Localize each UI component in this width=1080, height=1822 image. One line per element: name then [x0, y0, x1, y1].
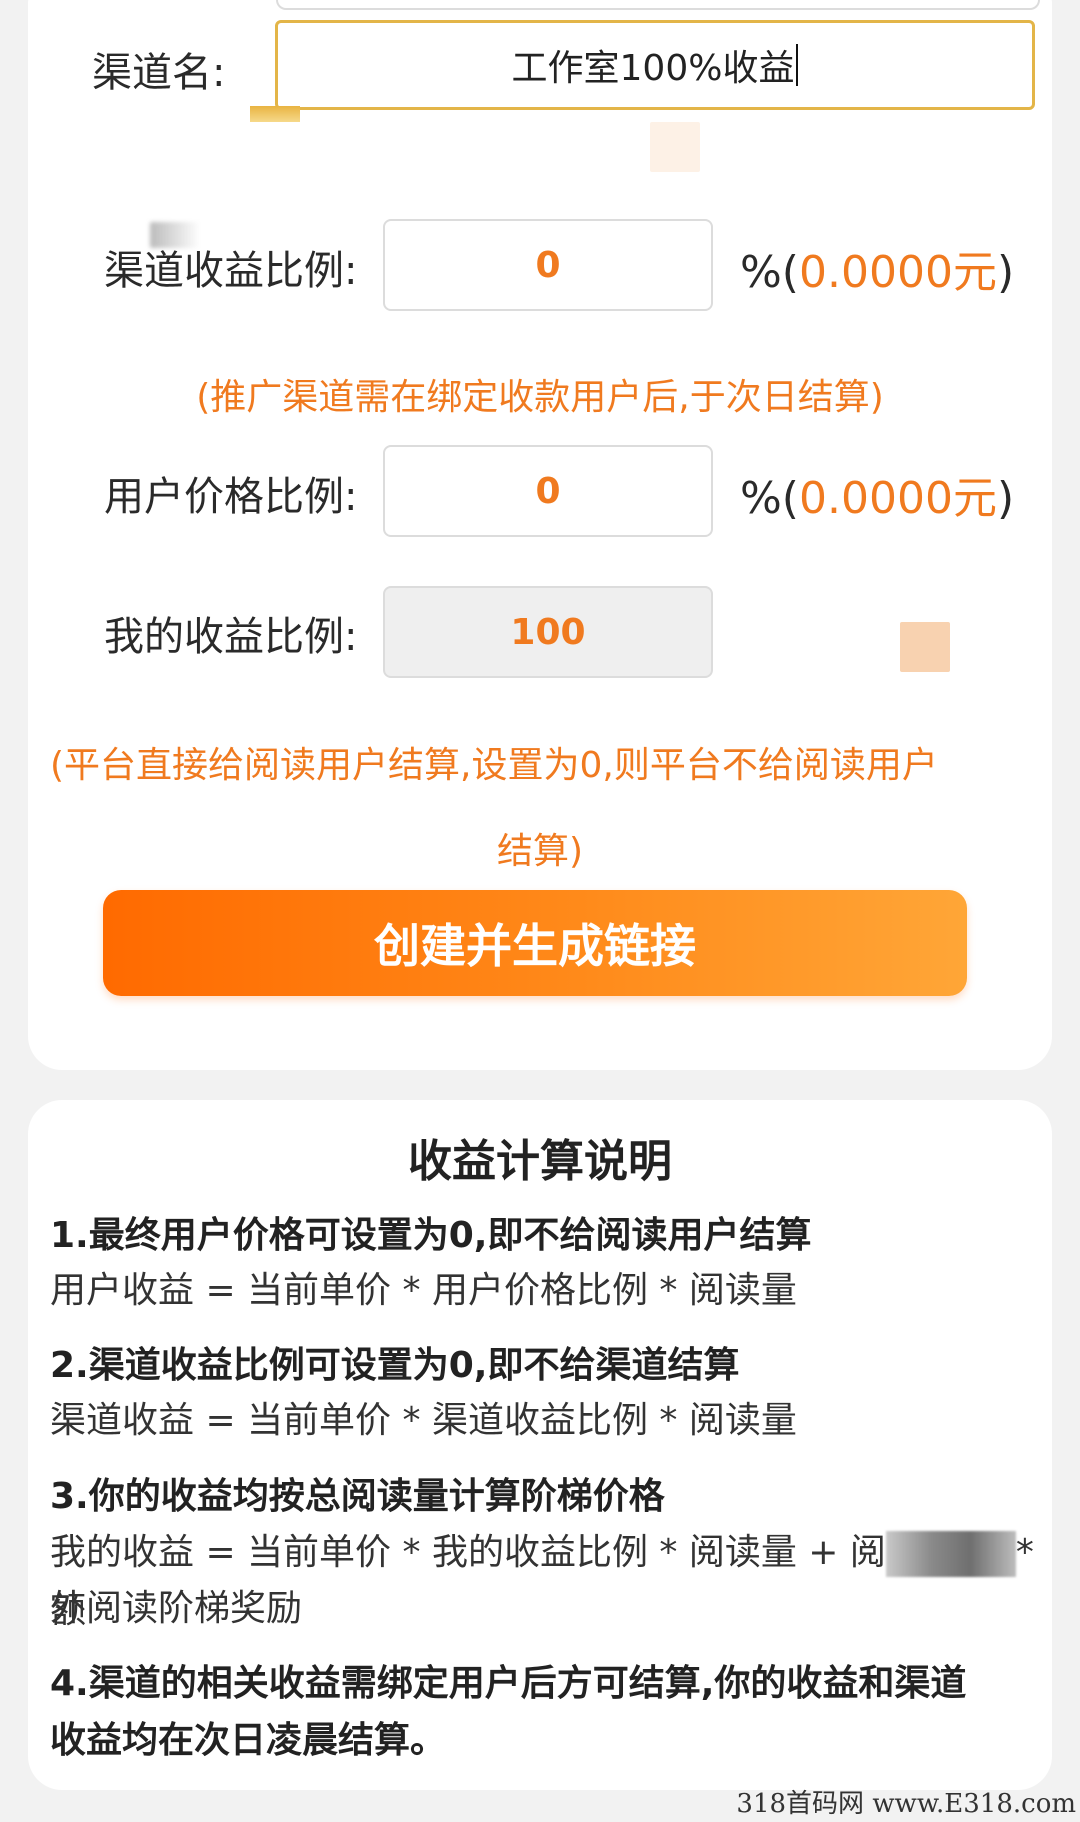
rule-3-formula-line2: 外阅读阶梯奖励 — [50, 1588, 303, 1629]
rule-1-formula: 用户收益 = 当前单价 * 用户价格比例 * 阅读量 — [50, 1270, 797, 1311]
rule-4-title-line2: 收益均在次日凌晨结算。 — [50, 1720, 447, 1761]
blurred-text — [885, 1531, 1016, 1577]
rule-2-formula: 渠道收益 = 当前单价 * 渠道收益比例 * 阅读量 — [50, 1400, 797, 1441]
closing-paren: ) — [996, 473, 1015, 524]
user-ratio-label: 用户价格比例: — [104, 474, 358, 520]
channel-name-value: 工作室100%收益 — [511, 48, 795, 89]
rule-3-formula-start: 我的收益 = 当前单价 * 我的收益比例 * 阅读量 + 阅 — [50, 1532, 886, 1573]
my-ratio-label: 我的收益比例: — [104, 614, 358, 660]
rule-2-title: 2.渠道收益比例可设置为0,即不给渠道结算 — [50, 1345, 740, 1386]
channel-ratio-amount-value: 0.0000元 — [798, 247, 997, 298]
channel-ratio-label: 渠道收益比例: — [104, 248, 358, 294]
percent-sign: %( — [740, 247, 799, 298]
platform-note-line2: 结算) — [496, 831, 584, 872]
channel-name-input[interactable]: 工作室100%收益 — [275, 20, 1035, 110]
percent-sign: %( — [740, 473, 799, 524]
site-watermark: 318首码网 www.E318.com — [736, 1789, 1076, 1819]
user-ratio-amount: %(0.0000元) — [740, 462, 1014, 526]
channel-settlement-note: (推广渠道需在绑定收款用户后,于次日结算) — [196, 377, 884, 418]
text-caret — [796, 44, 799, 86]
previous-input-edge — [276, 0, 1040, 10]
channel-name-label: 渠道名: — [92, 50, 226, 96]
explanation-title: 收益计算说明 — [408, 1136, 672, 1187]
platform-note-line1: (平台直接给阅读用户结算,设置为0,则平台不给阅读用户 — [50, 745, 938, 786]
create-link-button[interactable]: 创建并生成链接 — [103, 890, 967, 996]
blur-patch — [650, 122, 700, 172]
input-focus-indicator — [250, 106, 300, 122]
rule-1-title: 1.最终用户价格可设置为0,即不给阅读用户结算 — [50, 1215, 812, 1256]
closing-paren: ) — [996, 247, 1015, 298]
rule-3-title: 3.你的收益均按总阅读量计算阶梯价格 — [50, 1476, 665, 1517]
rule-4-title-line1: 4.渠道的相关收益需绑定用户后方可结算,你的收益和渠道 — [50, 1663, 967, 1704]
channel-ratio-input[interactable]: 0 — [383, 219, 713, 311]
user-ratio-amount-value: 0.0000元 — [798, 473, 997, 524]
channel-ratio-amount: %(0.0000元) — [740, 236, 1014, 300]
blur-patch — [900, 622, 950, 672]
user-ratio-input[interactable]: 0 — [383, 445, 713, 537]
my-ratio-input: 100 — [383, 586, 713, 678]
